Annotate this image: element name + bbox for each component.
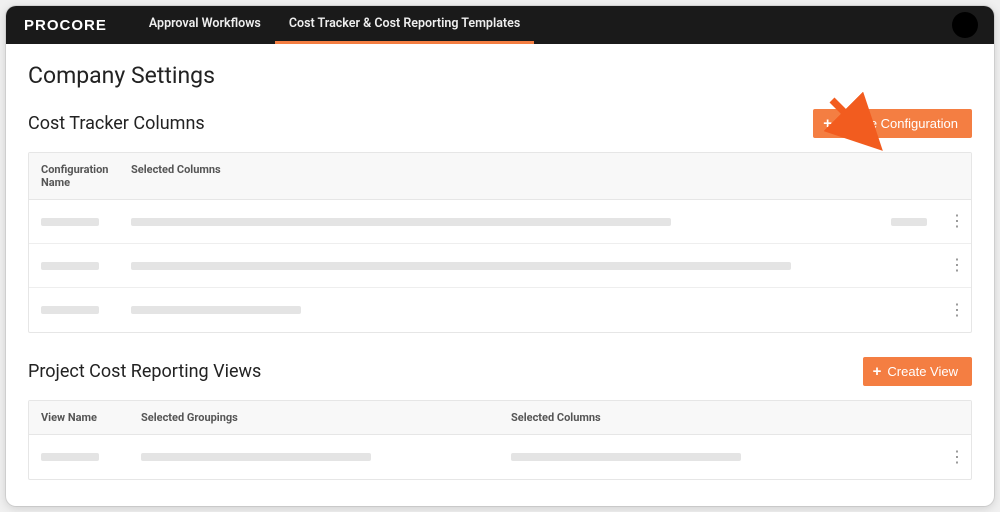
cost-tracker-table-head: Configuration Name Selected Columns: [29, 153, 971, 200]
table-row: ⋮: [29, 244, 971, 288]
row-actions-menu[interactable]: ⋮: [947, 307, 967, 313]
cost-tracker-table: Configuration Name Selected Columns ⋮ ⋮: [28, 152, 972, 333]
project-views-table: View Name Selected Groupings Selected Co…: [28, 400, 972, 480]
col-actions: [935, 153, 971, 199]
avatar[interactable]: [952, 12, 978, 38]
col-view-name: View Name: [29, 401, 129, 434]
skeleton-cell: [41, 453, 99, 461]
brand-logo: PROCORE: [24, 17, 107, 34]
plus-icon: +: [823, 116, 832, 131]
create-view-label: Create View: [887, 364, 958, 379]
col-selected-groupings: Selected Groupings: [129, 401, 499, 434]
cost-tracker-title: Cost Tracker Columns: [28, 113, 205, 134]
col-spacer: [879, 153, 935, 199]
page-content: Company Settings Cost Tracker Columns + …: [6, 44, 994, 506]
create-view-button[interactable]: + Create View: [863, 357, 972, 386]
skeleton-cell: [141, 453, 371, 461]
skeleton-cell: [41, 262, 99, 270]
nav-tab-cost-tracker-templates[interactable]: Cost Tracker & Cost Reporting Templates: [275, 6, 534, 44]
app-frame: PROCORE Approval Workflows Cost Tracker …: [6, 6, 994, 506]
skeleton-cell: [131, 306, 301, 314]
skeleton-cell: [41, 218, 99, 226]
skeleton-cell: [41, 306, 99, 314]
top-nav-bar: PROCORE Approval Workflows Cost Tracker …: [6, 6, 994, 44]
skeleton-cell: [511, 453, 741, 461]
col-actions: [935, 401, 971, 434]
page-title: Company Settings: [28, 62, 972, 89]
col-selected-columns: Selected Columns: [119, 153, 879, 199]
table-row: ⋮: [29, 435, 971, 479]
plus-icon: +: [873, 364, 882, 379]
skeleton-cell: [131, 262, 791, 270]
col-selected-columns: Selected Columns: [499, 401, 935, 434]
skeleton-cell: [131, 218, 671, 226]
project-views-section-header: Project Cost Reporting Views + Create Vi…: [28, 357, 972, 386]
row-actions-menu[interactable]: ⋮: [947, 218, 967, 224]
row-actions-menu[interactable]: ⋮: [947, 262, 967, 268]
nav-tabs: Approval Workflows Cost Tracker & Cost R…: [135, 6, 534, 44]
table-row: ⋮: [29, 200, 971, 244]
col-configuration-name: Configuration Name: [29, 153, 119, 199]
row-actions-menu[interactable]: ⋮: [947, 454, 967, 460]
project-views-title: Project Cost Reporting Views: [28, 361, 261, 382]
project-views-table-head: View Name Selected Groupings Selected Co…: [29, 401, 971, 435]
create-configuration-button[interactable]: + Create Configuration: [813, 109, 972, 138]
skeleton-cell: [891, 218, 927, 226]
create-configuration-label: Create Configuration: [838, 116, 958, 131]
nav-tab-approval-workflows[interactable]: Approval Workflows: [135, 6, 275, 44]
table-row: ⋮: [29, 288, 971, 332]
cost-tracker-section-header: Cost Tracker Columns + Create Configurat…: [28, 109, 972, 138]
